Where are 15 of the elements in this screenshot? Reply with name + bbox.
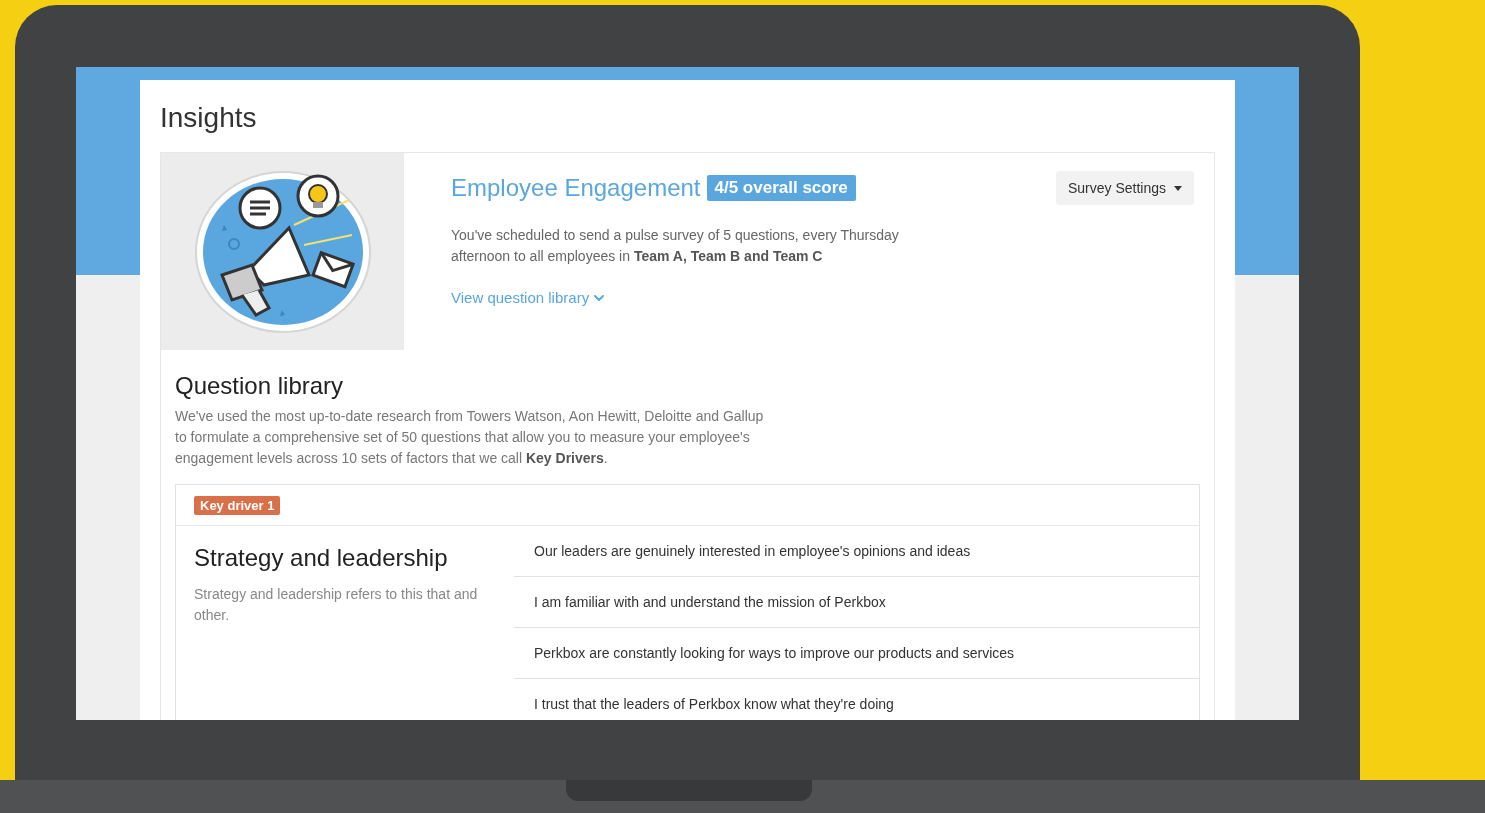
key-driver-badge: Key driver 1 [194,496,281,515]
score-badge: 4/5 overall score [706,175,856,201]
driver-title: Strategy and leadership [194,544,449,572]
section-title: Question library [175,372,345,400]
question-row: I am familiar with and understand the mission of Perkbox [514,577,1199,628]
survey-settings-button[interactable]: Survey Settings [1055,171,1194,205]
question-row: I trust that the leaders of Perkbox know what they're doing [514,679,1199,720]
page-title: Insights [160,102,258,134]
question-row: Perkbox are constantly looking for ways to improve our products and services [514,628,1199,679]
survey-description: You've scheduled to send a pulse survey of 5 questions, every Thursday afternoon to all employees in Team A, Team B and Team C [451,226,900,266]
caret-icon [1174,185,1182,191]
driver-description: Strategy and leadership refers to this that and other. [194,585,479,625]
question-row: Our leaders are genuinely interested in employee's opinions and ideas [514,526,1199,577]
library-description: We've used the most up-to-date research from Towers Watson, Aon Hewitt, Deloitte and Gallup to formulate a comprehensive set of 50 questions that allow you to measure your employee's engagement levels across 10 sets of factors that we call Key Drivers. [175,407,765,468]
survey-title: Employee Engagement [451,174,701,202]
